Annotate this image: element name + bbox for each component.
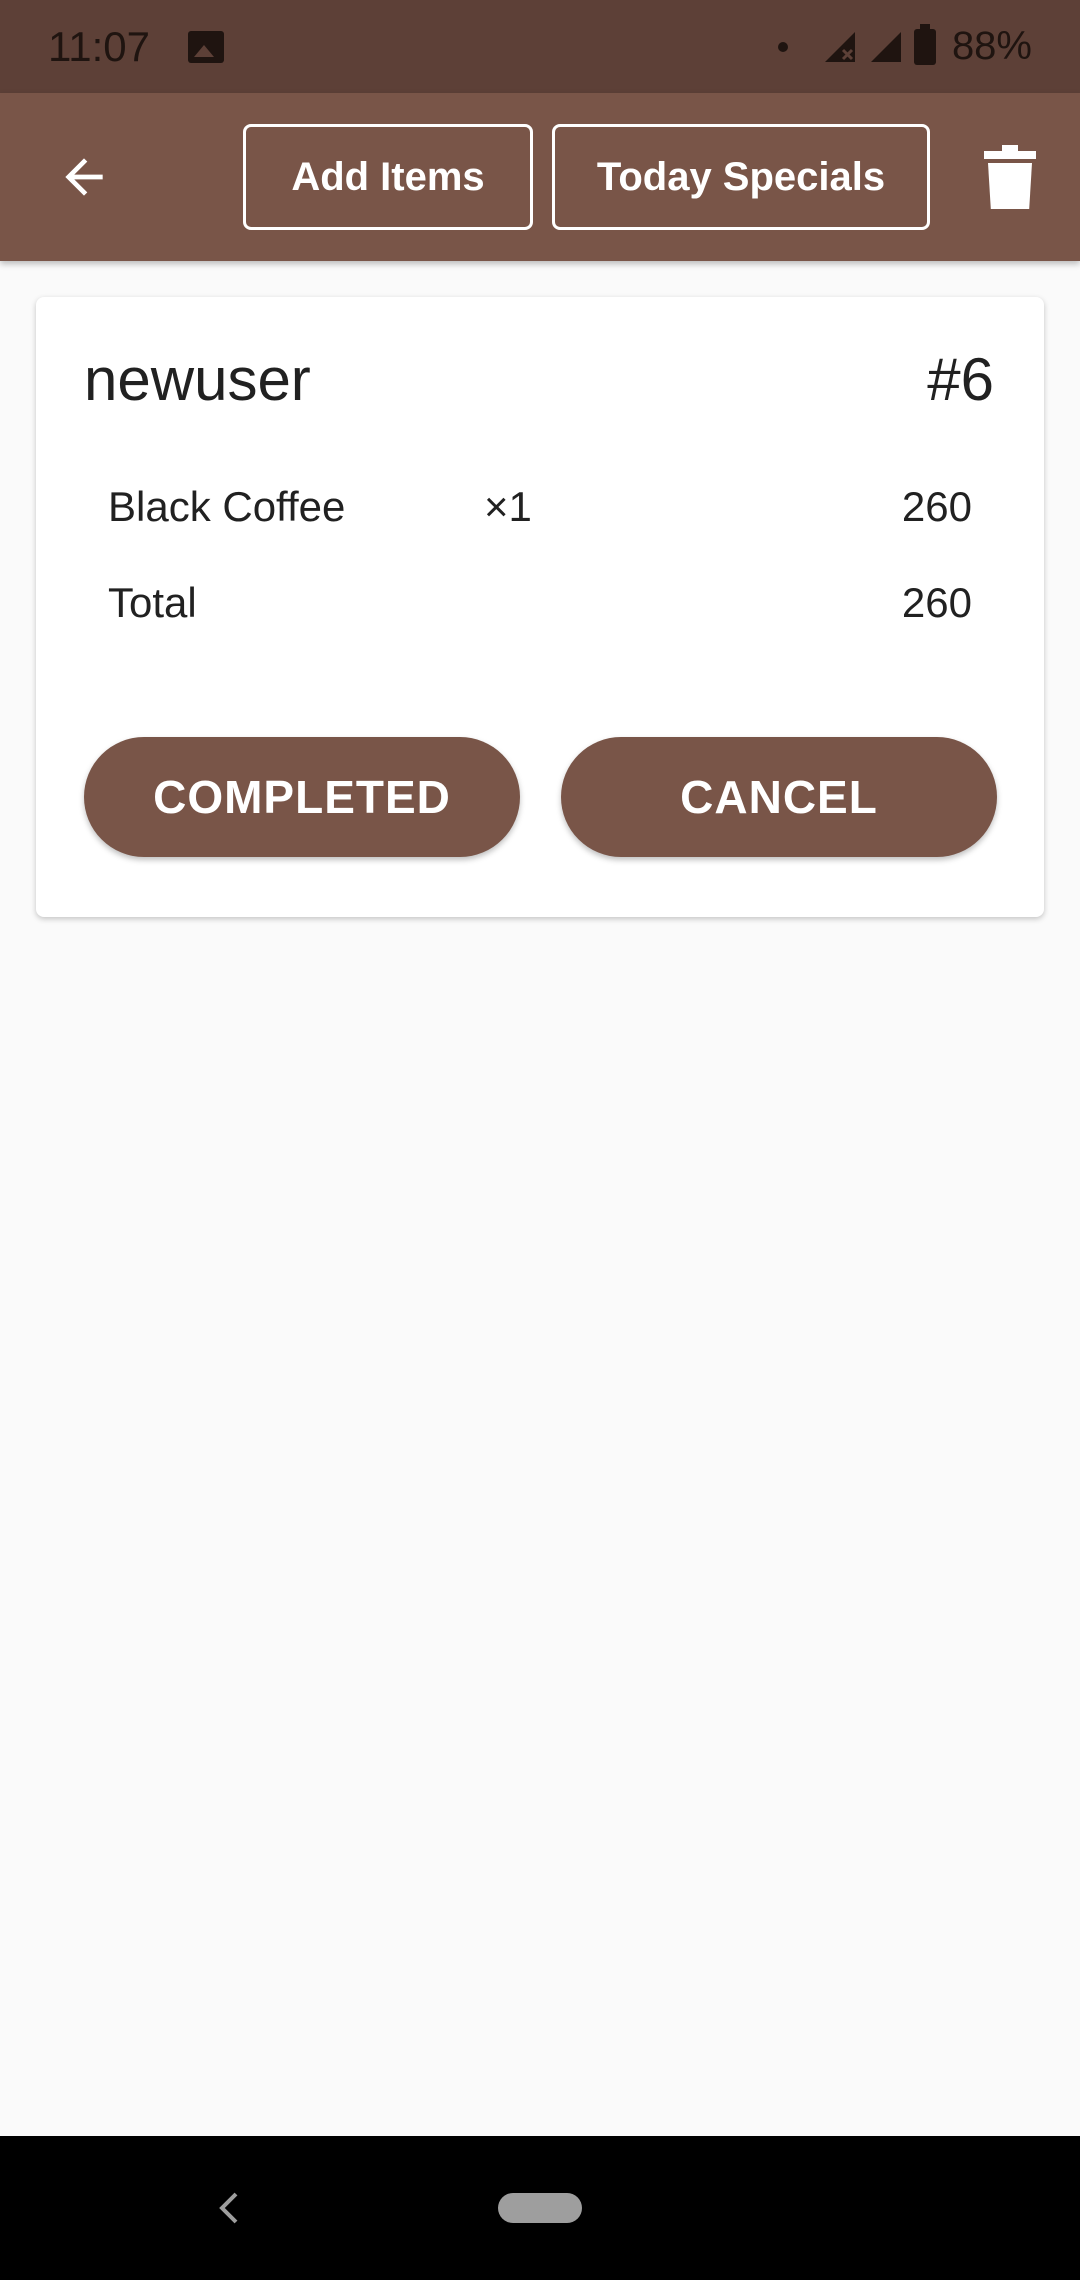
- status-time: 11:07: [48, 22, 150, 70]
- total-label: Total: [108, 579, 197, 626]
- item-price: 260: [901, 483, 972, 530]
- app-bar: Add Items Today Specials: [0, 93, 1080, 261]
- trash-icon: [984, 145, 1036, 209]
- arrow-left-icon: [65, 158, 103, 196]
- back-button[interactable]: [50, 143, 118, 211]
- order-number: #6: [927, 346, 994, 413]
- completed-button[interactable]: COMPLETED: [84, 737, 520, 857]
- item-name: Black Coffee: [108, 483, 346, 530]
- status-bar: 11:07 88%: [0, 0, 1080, 93]
- delete-button[interactable]: [976, 143, 1044, 211]
- gallery-icon: [188, 30, 224, 63]
- total-row: Total 260: [108, 579, 972, 639]
- battery-percentage: 88%: [951, 24, 1032, 68]
- order-user: newuser: [84, 346, 311, 413]
- status-icons: 88%: [777, 23, 1032, 69]
- order-item-row: Black Coffee ×1 260: [108, 483, 972, 543]
- add-items-button[interactable]: Add Items: [243, 124, 533, 230]
- battery-icon: [913, 23, 936, 65]
- total-value: 260: [901, 579, 972, 626]
- nav-home-pill[interactable]: [498, 2193, 582, 2223]
- chevron-left-icon: [219, 2192, 238, 2224]
- cancel-button[interactable]: CANCEL: [561, 737, 997, 857]
- signal-no-data-icon: [824, 31, 855, 62]
- notification-dot-icon: [777, 41, 788, 52]
- order-card: newuser #6 Black Coffee ×1 260 Total 260…: [36, 297, 1044, 917]
- system-nav-bar: [0, 2136, 1080, 2280]
- item-quantity: ×1: [484, 483, 532, 530]
- signal-icon: [870, 31, 901, 62]
- today-specials-button[interactable]: Today Specials: [552, 124, 930, 230]
- nav-back-button[interactable]: [208, 2188, 248, 2228]
